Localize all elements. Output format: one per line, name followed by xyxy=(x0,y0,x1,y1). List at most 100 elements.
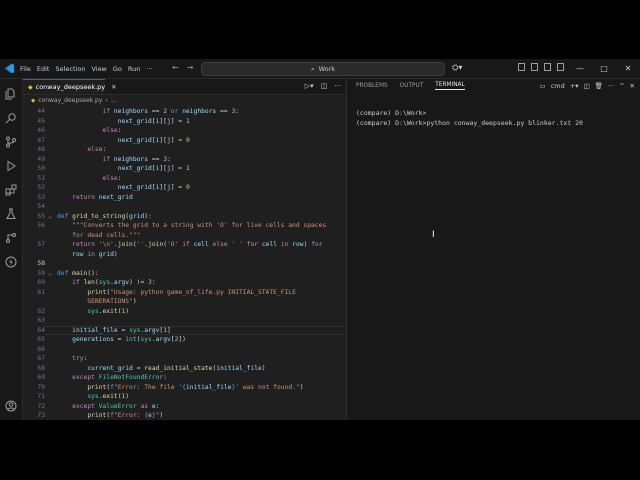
line-number: 51 xyxy=(37,174,45,182)
close-panel-icon[interactable]: ✕ xyxy=(630,82,635,90)
toggle-secondary-sidebar-icon[interactable] xyxy=(544,63,551,71)
code-line[interactable]: 61 print("Usage: python game_of_life.py … xyxy=(23,288,345,298)
menu-view[interactable]: View xyxy=(91,65,106,73)
customize-layout-icon[interactable] xyxy=(557,63,564,71)
explorer-icon[interactable] xyxy=(5,85,17,100)
code-line[interactable]: GENERATIONS") xyxy=(23,297,345,307)
code-line[interactable]: 71 sys.exit(1) xyxy=(23,392,345,402)
testing-icon[interactable] xyxy=(5,205,17,219)
editor-area: ◆ conway_deepseek.py ✕ ▷▾ ◫ ··· ◆ conway… xyxy=(23,79,345,420)
code-line[interactable]: for dead cells.""" xyxy=(23,231,345,241)
menu-more[interactable]: ··· xyxy=(146,65,152,73)
run-python-icon[interactable]: ▷▾ xyxy=(305,82,314,90)
code-line[interactable]: 62 sys.exit(1) xyxy=(23,307,345,317)
fold-chevron-icon[interactable]: ⌄ xyxy=(48,269,52,279)
menu-run[interactable]: Run xyxy=(128,65,140,73)
code-line[interactable]: 72 except ValueError as e: xyxy=(23,402,345,412)
minimize-button[interactable]: — xyxy=(568,59,592,78)
line-number: 58 xyxy=(37,260,45,267)
code-line[interactable]: 44 if neighbors == 2 or neighbors == 3: xyxy=(23,107,345,117)
source-control-icon[interactable] xyxy=(5,133,17,148)
trash-icon[interactable]: 🗑 xyxy=(595,82,603,90)
tab-output[interactable]: OUTPUT xyxy=(400,83,424,89)
code-line[interactable]: 64 initial_file = sys.argv[1] xyxy=(23,326,345,336)
command-center-search[interactable]: ⌕ Work xyxy=(201,62,445,76)
menu-selection[interactable]: Selection xyxy=(55,65,85,73)
code-line[interactable]: 65 generations = int(sys.argv[2]) xyxy=(23,335,345,345)
new-terminal-icon[interactable]: +▾ xyxy=(570,82,579,90)
code-line[interactable]: 60 if len(sys.argv) != 3: xyxy=(23,278,345,288)
code-line[interactable]: 47 next_grid[i][j] = 0 xyxy=(23,136,345,146)
code-line[interactable]: 52 next_grid[i][j] = 0 xyxy=(23,183,345,193)
code-text: def grid_to_string(grid): xyxy=(57,212,152,220)
search-icon: ⌕ xyxy=(310,64,315,73)
code-line[interactable]: 56 """Converts the grid to a string with… xyxy=(23,221,345,231)
code-line[interactable]: 54 xyxy=(23,202,345,212)
code-line[interactable]: 57 return '\n'.join(''.join('O' if cell … xyxy=(23,240,345,250)
git-graph-icon[interactable] xyxy=(5,229,17,243)
maximize-panel-icon[interactable]: ^ xyxy=(619,82,624,90)
more-actions-icon[interactable]: ··· xyxy=(334,82,341,90)
code-line[interactable]: 51 else: xyxy=(23,174,345,184)
code-view[interactable]: 44 if neighbors == 2 or neighbors == 3: 4… xyxy=(23,107,345,420)
code-text: generations = int(sys.argv[2]) xyxy=(72,336,186,343)
code-line[interactable]: 48 else: xyxy=(23,145,345,155)
line-number: 55 xyxy=(37,212,45,220)
more-actions-icon[interactable]: ··· xyxy=(608,82,614,90)
toggle-primary-sidebar-icon[interactable] xyxy=(518,63,525,71)
code-line[interactable]: 53 return next_grid xyxy=(23,193,345,203)
terminal-output[interactable]: (compare) D:\Work> (compare) D:\Work>pyth… xyxy=(356,109,583,128)
code-text: print(f"Error: The file '{initial_file}'… xyxy=(87,383,304,391)
code-line[interactable]: 73 print(f"Error: {e}") xyxy=(23,411,345,420)
run-debug-icon[interactable] xyxy=(5,157,17,172)
menu-file[interactable]: File xyxy=(20,65,31,73)
code-line[interactable]: row in grid) xyxy=(23,250,345,260)
code-text: sys.exit(1) xyxy=(87,393,130,400)
copilot-icon[interactable]: ⛭▾ xyxy=(452,63,462,73)
lightning-icon[interactable] xyxy=(5,253,17,268)
editor-tab-bar: ◆ conway_deepseek.py ✕ ▷▾ ◫ ··· xyxy=(23,79,345,95)
python-file-icon: ◆ xyxy=(28,83,33,91)
menu-go[interactable]: Go xyxy=(113,65,122,73)
code-line[interactable]: 70 print(f"Error: The file '{initial_fil… xyxy=(23,383,345,393)
split-terminal-icon[interactable]: ◫ xyxy=(583,82,589,90)
code-line[interactable]: 49 if neighbors == 3: xyxy=(23,155,345,165)
tab-terminal[interactable]: TERMINAL xyxy=(435,82,465,90)
tab-problems[interactable]: PROBLEMS xyxy=(356,83,388,89)
python-file-icon: ◆ xyxy=(31,97,36,104)
code-text: def main(): xyxy=(57,269,99,277)
line-number: 61 xyxy=(37,288,45,296)
code-line[interactable]: 69 except FileNotFoundError: xyxy=(23,373,345,383)
code-line[interactable]: 63 xyxy=(23,316,345,326)
code-line[interactable]: 50 next_grid[i][j] = 1 xyxy=(23,164,345,174)
line-number: 57 xyxy=(37,241,45,248)
code-line[interactable]: 55 ⌄ def grid_to_string(grid): xyxy=(23,212,345,222)
code-line[interactable]: 58 xyxy=(23,259,345,269)
code-text: next_grid[i][j] = 1 xyxy=(117,165,190,172)
code-line[interactable]: 67 try: xyxy=(23,354,345,364)
menu-edit[interactable]: Edit xyxy=(37,65,50,73)
code-line[interactable]: 46 else: xyxy=(23,126,345,136)
code-line[interactable]: 45 next_grid[i][j] = 1 xyxy=(23,117,345,127)
close-button[interactable]: ✕ xyxy=(616,59,640,78)
code-line[interactable]: 59 ⌄ def main(): xyxy=(23,269,345,279)
forward-arrow-icon[interactable]: → xyxy=(187,63,194,72)
breadcrumb-file[interactable]: conway_deepseek.py xyxy=(38,97,102,104)
search-view-icon[interactable] xyxy=(5,109,17,124)
code-text: next_grid[i][j] = 0 xyxy=(117,136,190,144)
account-icon[interactable] xyxy=(5,397,17,412)
code-line[interactable]: 68 current_grid = read_initial_state(ini… xyxy=(23,364,345,374)
close-tab-icon[interactable]: ✕ xyxy=(111,83,116,91)
editor-tab-conway[interactable]: ◆ conway_deepseek.py ✕ xyxy=(23,79,117,94)
extensions-icon[interactable] xyxy=(5,181,17,196)
line-number: 48 xyxy=(37,146,45,153)
split-editor-icon[interactable]: ◫ xyxy=(321,82,328,90)
maximize-button[interactable]: □ xyxy=(592,59,616,78)
code-line[interactable]: 66 xyxy=(23,345,345,355)
toggle-panel-icon[interactable] xyxy=(531,63,538,71)
back-arrow-icon[interactable]: ← xyxy=(172,63,179,72)
fold-chevron-icon[interactable]: ⌄ xyxy=(48,212,52,222)
code-text: else: xyxy=(102,174,122,182)
code-text: else: xyxy=(87,146,107,153)
shell-name[interactable]: cmd xyxy=(551,82,565,90)
